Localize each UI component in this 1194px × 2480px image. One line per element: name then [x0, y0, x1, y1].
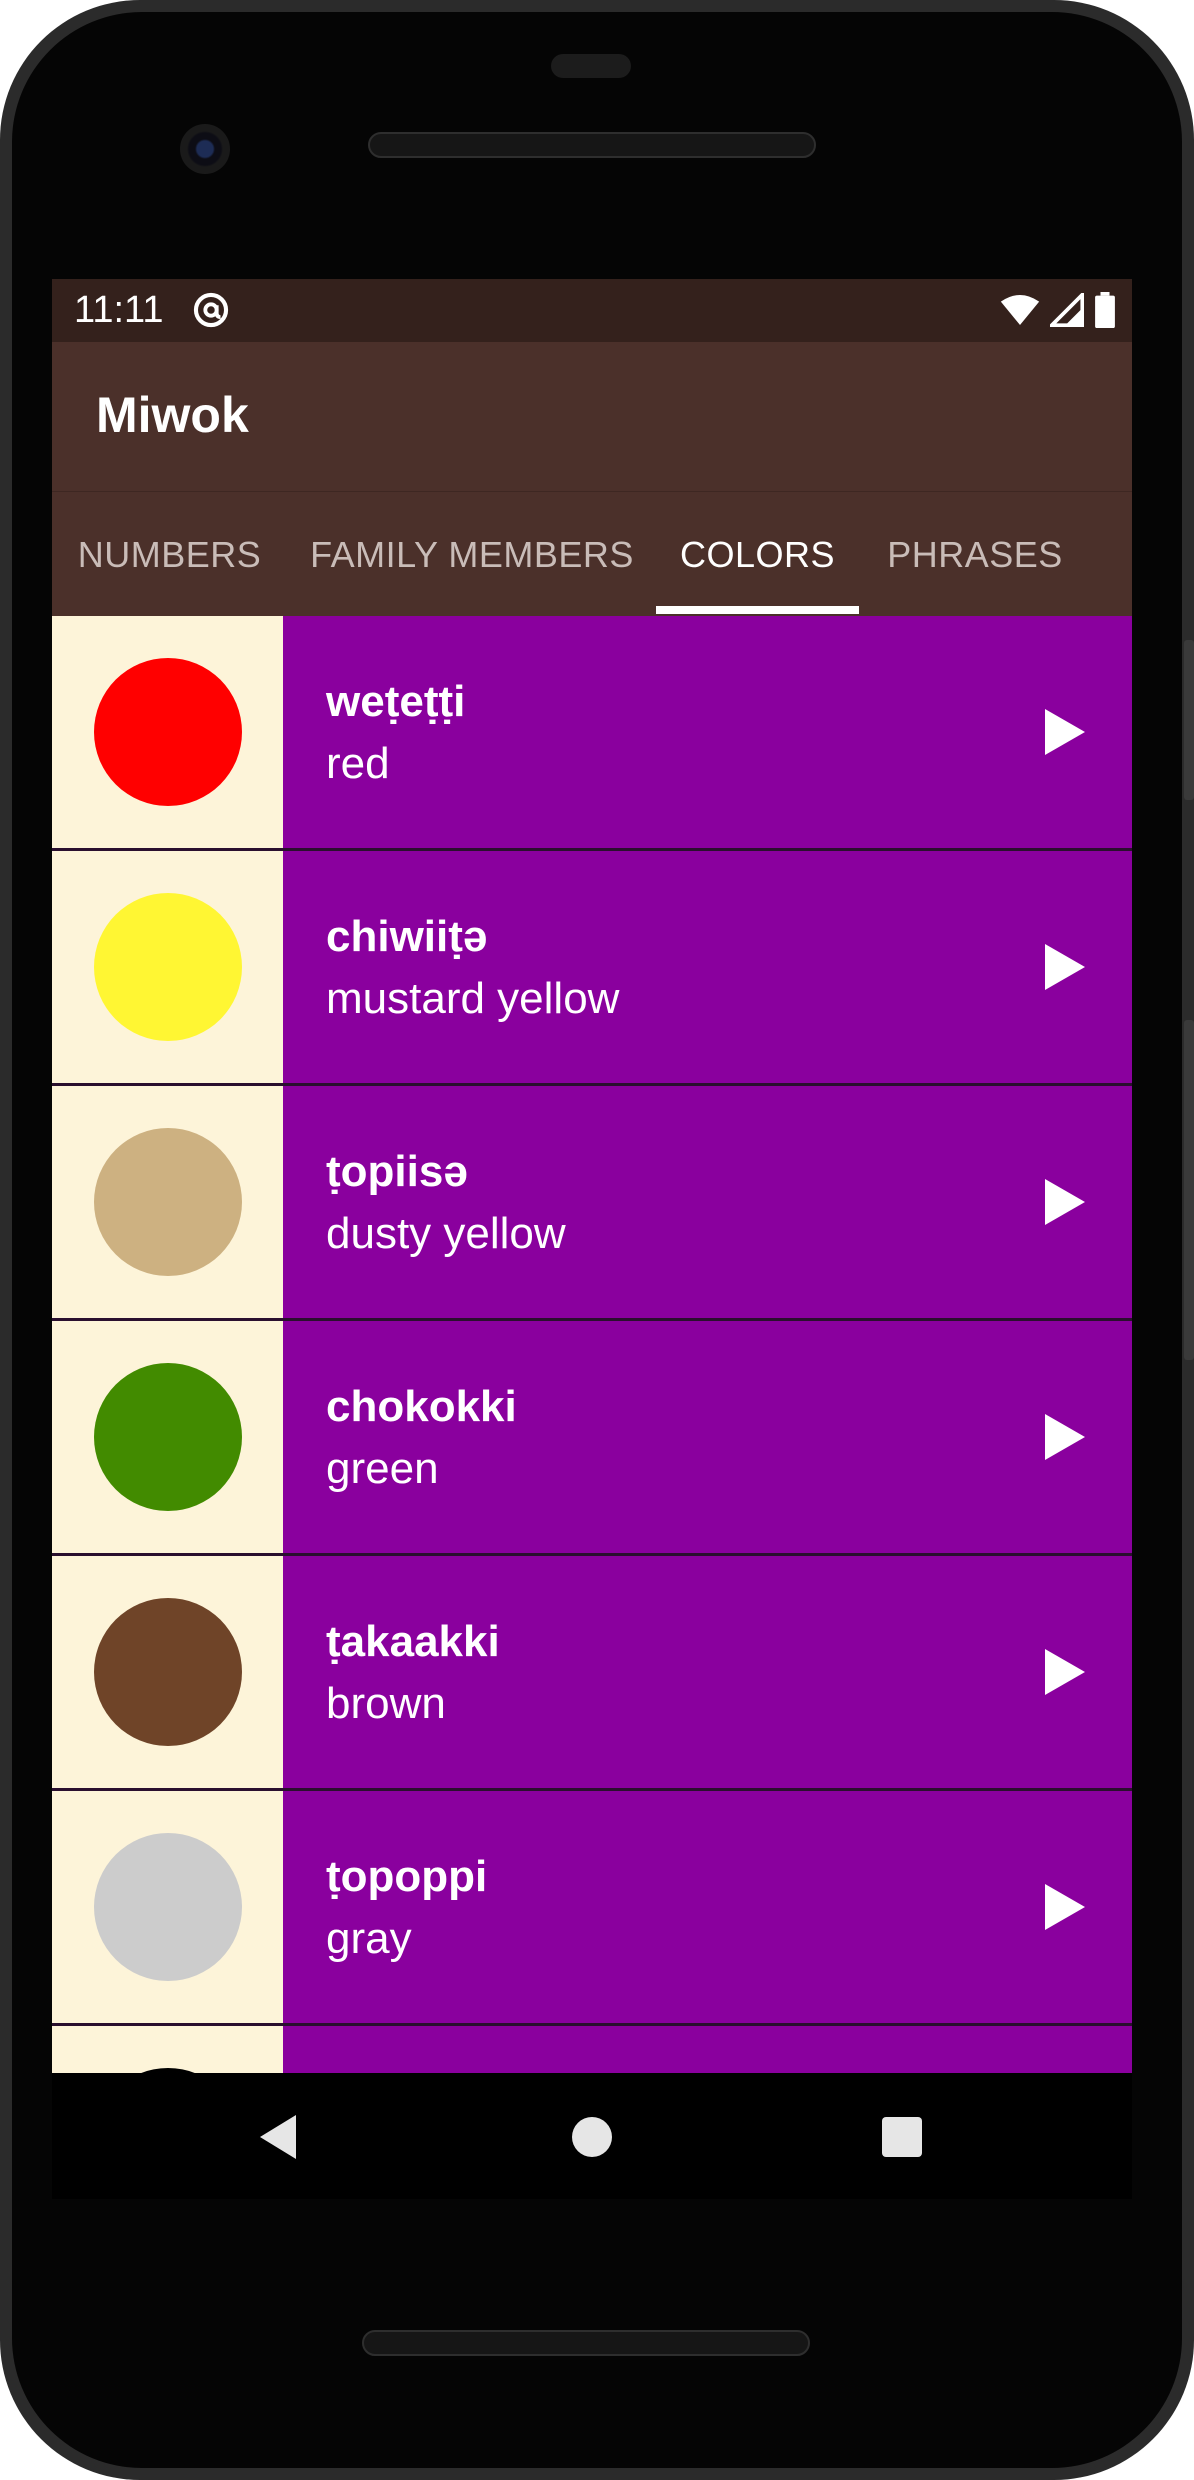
miwok-word: ṭakaakki [326, 1617, 500, 1666]
miwok-word: chiwiiṭə [326, 912, 488, 961]
signal-icon [1050, 293, 1084, 327]
swatch-cell [52, 1556, 283, 1788]
list-item[interactable]: weṭeṭṭi red [52, 616, 1132, 848]
recents-icon[interactable] [874, 2109, 930, 2165]
sensor-slot [551, 54, 631, 78]
volume-button [1184, 1020, 1194, 1360]
list-item[interactable]: ṭopiisə dusty yellow [52, 1086, 1132, 1318]
text-cell: weṭeṭṭi red [283, 616, 1132, 848]
list-item[interactable] [52, 2026, 1132, 2073]
english-word: green [326, 1444, 439, 1493]
miwok-word: chokokki [326, 1382, 517, 1431]
english-word: gray [326, 1914, 412, 1963]
miwok-word: weṭeṭṭi [326, 677, 466, 726]
earpiece-speaker [368, 132, 816, 158]
text-cell: ṭakaakki brown [283, 1556, 1132, 1788]
at-sign-icon [193, 292, 229, 328]
play-icon[interactable] [1045, 1649, 1085, 1695]
play-icon[interactable] [1045, 944, 1085, 990]
status-time: 11:11 [74, 289, 164, 331]
list-item[interactable]: ṭopoppi gray [52, 1791, 1132, 2023]
phone-frame: 11:11 Miwok NUMBERS FAMILY MEMBERS COLOR… [0, 0, 1194, 2480]
status-bar: 11:11 [52, 279, 1132, 342]
text-cell: chiwiiṭə mustard yellow [283, 851, 1132, 1083]
tab-indicator [656, 606, 859, 614]
play-icon[interactable] [1045, 1179, 1085, 1225]
navigation-bar [52, 2073, 1132, 2199]
swatch-cell [52, 1321, 283, 1553]
color-swatch [94, 658, 242, 806]
back-icon[interactable] [252, 2109, 308, 2165]
swatch-cell [52, 1791, 283, 2023]
power-button [1184, 640, 1194, 800]
app-title: Miwok [96, 387, 249, 443]
wifi-icon [1000, 295, 1040, 325]
swatch-cell [52, 1086, 283, 1318]
list-item[interactable]: chiwiiṭə mustard yellow [52, 851, 1132, 1083]
app-bar: Miwok [52, 342, 1132, 491]
english-word: red [326, 739, 390, 788]
swatch-cell [52, 851, 283, 1083]
list-item[interactable]: chokokki green [52, 1321, 1132, 1553]
bottom-speaker [362, 2330, 810, 2356]
battery-icon [1095, 292, 1115, 328]
english-word: brown [326, 1679, 446, 1728]
text-cell: ṭopoppi gray [283, 1791, 1132, 2023]
miwok-word: ṭopoppi [326, 1852, 488, 1901]
miwok-word: ṭopiisə [326, 1147, 468, 1196]
home-icon[interactable] [564, 2109, 620, 2165]
front-camera [180, 124, 230, 174]
play-icon[interactable] [1045, 709, 1085, 755]
text-cell [283, 2026, 1132, 2073]
tab-phrases[interactable]: PHRASES [859, 492, 1091, 617]
text-cell: chokokki green [283, 1321, 1132, 1553]
swatch-cell [52, 2026, 283, 2073]
tab-numbers[interactable]: NUMBERS [52, 492, 287, 617]
play-icon[interactable] [1045, 1884, 1085, 1930]
tab-colors[interactable]: COLORS [656, 492, 859, 617]
swatch-cell [52, 616, 283, 848]
text-cell: ṭopiisə dusty yellow [283, 1086, 1132, 1318]
play-icon[interactable] [1045, 1414, 1085, 1460]
color-swatch [94, 1833, 242, 1981]
english-word: mustard yellow [326, 974, 620, 1023]
tab-family-members[interactable]: FAMILY MEMBERS [287, 492, 657, 617]
color-swatch [94, 1363, 242, 1511]
english-word: dusty yellow [326, 1209, 566, 1258]
tab-bar: NUMBERS FAMILY MEMBERS COLORS PHRASES [52, 491, 1132, 616]
screen: 11:11 Miwok NUMBERS FAMILY MEMBERS COLOR… [52, 279, 1132, 2073]
color-swatch [94, 1128, 242, 1276]
color-swatch [94, 1598, 242, 1746]
list-item[interactable]: ṭakaakki brown [52, 1556, 1132, 1788]
color-swatch [94, 893, 242, 1041]
